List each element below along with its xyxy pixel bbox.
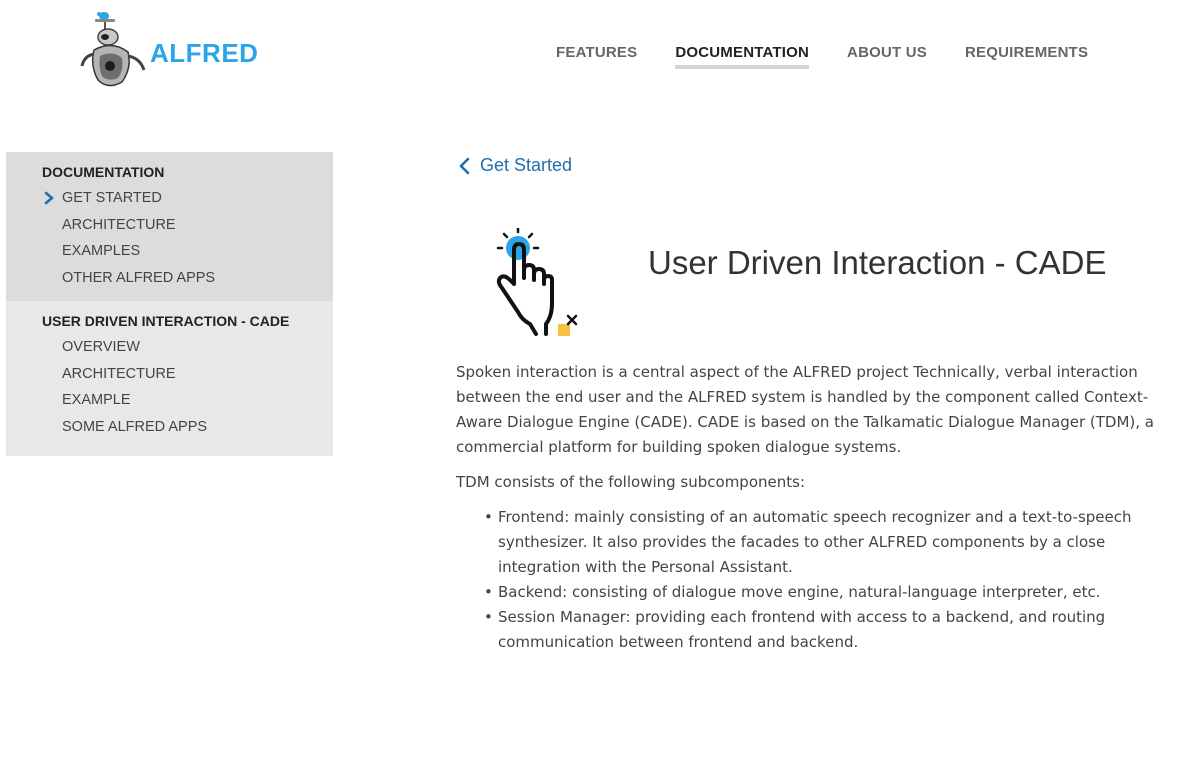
sidebar: DOCUMENTATION GET STARTED ARCHITECTURE E… <box>6 152 333 456</box>
back-link-label: Get Started <box>480 155 573 175</box>
back-link[interactable]: Get Started <box>458 155 572 176</box>
chevron-left-icon <box>459 157 470 174</box>
list-item: Session Manager: providing each frontend… <box>484 605 1166 655</box>
alfred-robot-logo-icon <box>80 12 146 87</box>
page-title: User Driven Interaction - CADE <box>648 244 1107 281</box>
sidebar-section-documentation: DOCUMENTATION GET STARTED ARCHITECTURE E… <box>6 152 333 301</box>
logo-text: ALFRED <box>150 37 259 68</box>
sidebar-heading[interactable]: USER DRIVEN INTERACTION - CADE <box>42 313 297 330</box>
nav-about-us[interactable]: ABOUT US <box>847 44 927 69</box>
sidebar-item-overview[interactable]: OVERVIEW <box>42 334 297 361</box>
nav-documentation[interactable]: DOCUMENTATION <box>675 44 810 69</box>
nav-features[interactable]: FEATURES <box>556 44 637 69</box>
logo[interactable]: ALFRED <box>78 10 258 90</box>
chevron-right-icon <box>44 191 54 205</box>
sidebar-item-some-alfred-apps[interactable]: SOME ALFRED APPS <box>42 414 297 441</box>
intro-paragraph: Spoken interaction is a central aspect o… <box>456 363 1154 456</box>
top-nav: FEATURES DOCUMENTATION ABOUT US REQUIREM… <box>556 44 1126 69</box>
page: ALFRED FEATURES DOCUMENTATION ABOUT US R… <box>0 0 1182 760</box>
list-item: Backend: consisting of dialogue move eng… <box>484 580 1166 605</box>
sidebar-item-architecture[interactable]: ARCHITECTURE <box>42 361 297 388</box>
sidebar-heading[interactable]: DOCUMENTATION <box>42 164 297 181</box>
nav-requirements[interactable]: REQUIREMENTS <box>965 44 1088 69</box>
subcomponent-list: Frontend: mainly consisting of an automa… <box>484 505 1166 655</box>
main-content: Spoken interaction is a central aspect o… <box>456 360 1166 655</box>
list-item: Frontend: mainly consisting of an automa… <box>484 505 1166 580</box>
sidebar-section-cade: USER DRIVEN INTERACTION - CADE OVERVIEW … <box>6 301 333 456</box>
subcomponents-intro: TDM consists of the following subcompone… <box>456 473 805 491</box>
sidebar-item-architecture[interactable]: ARCHITECTURE <box>42 212 297 239</box>
sidebar-item-get-started[interactable]: GET STARTED <box>42 185 297 212</box>
sidebar-item-example[interactable]: EXAMPLE <box>42 387 297 414</box>
sidebar-item-label: GET STARTED <box>62 190 162 206</box>
touch-hand-icon <box>496 228 578 336</box>
sidebar-item-examples[interactable]: EXAMPLES <box>42 238 297 265</box>
sidebar-item-other-alfred-apps[interactable]: OTHER ALFRED APPS <box>42 265 297 292</box>
